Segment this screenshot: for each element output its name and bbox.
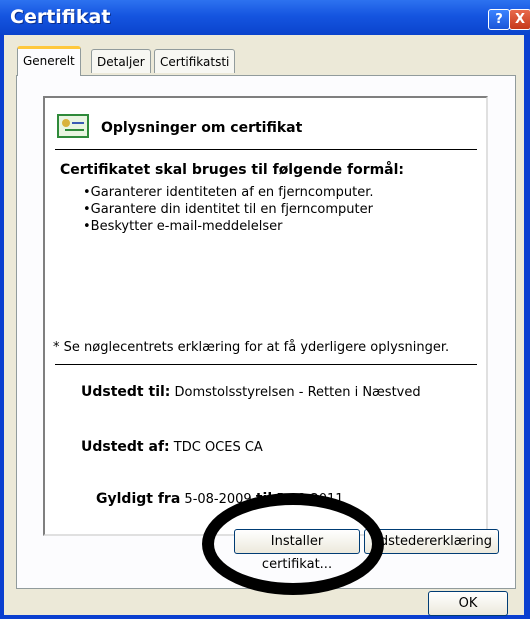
valid-to-value: 5-08-2011 (276, 492, 344, 507)
certificate-dialog: Certifikat ? X Generelt Detaljer Certifi… (0, 0, 530, 619)
certificate-icon (57, 114, 89, 138)
valid-to-label: til (255, 491, 273, 507)
valid-from-value: 5-08-2009 (184, 492, 252, 507)
purpose-item: Beskytter e-mail-meddelelser (83, 218, 374, 235)
tab-generelt[interactable]: Generelt (17, 46, 81, 76)
purpose-item: Garantere din identitet til en fjerncomp… (83, 201, 374, 218)
purpose-title: Certifikatet skal bruges til følgende fo… (60, 162, 405, 178)
tab-detaljer[interactable]: Detaljer (91, 49, 151, 73)
purpose-list: Garanterer identiteten af en fjerncomput… (83, 184, 374, 235)
dialog-client-area: Generelt Detaljer Certifikatsti Oplysnin… (4, 35, 524, 615)
issued-by-value: TDC OCES CA (173, 440, 263, 455)
install-certificate-button[interactable]: Installer certifikat... (234, 529, 360, 572)
issued-by-row: Udstedt af: TDC OCES CA (81, 439, 263, 455)
title-bar[interactable]: Certifikat ? X (0, 0, 530, 35)
divider (55, 149, 477, 150)
footnote: * Se nøglecentrets erklæring for at få y… (53, 340, 450, 355)
issued-by-label: Udstedt af: (81, 439, 170, 455)
help-button[interactable]: ? (488, 9, 510, 30)
validity-row: Gyldigt fra 5-08-2009 til 5-08-2011 (96, 491, 344, 507)
info-heading: Oplysninger om certifikat (101, 120, 303, 136)
issuer-statement-button[interactable]: dstedererklæring (364, 529, 499, 554)
issued-to-value: Domstolsstyrelsen - Retten i Næstved (174, 385, 421, 400)
tab-panel-generelt: Oplysninger om certifikat Certifikatet s… (16, 75, 516, 589)
tab-certifikatsti[interactable]: Certifikatsti (154, 49, 236, 73)
certificate-info-box: Oplysninger om certifikat Certifikatet s… (43, 96, 488, 536)
purpose-item: Garanterer identiteten af en fjerncomput… (83, 184, 374, 201)
divider (55, 364, 477, 365)
window-title: Certifikat (10, 6, 111, 28)
issued-to-row: Udstedt til: Domstolsstyrelsen - Retten … (81, 384, 421, 400)
valid-from-label: Gyldigt fra (96, 491, 181, 507)
issued-to-label: Udstedt til: (81, 384, 171, 400)
ok-button[interactable]: OK (428, 591, 508, 616)
close-button[interactable]: X (509, 9, 530, 30)
